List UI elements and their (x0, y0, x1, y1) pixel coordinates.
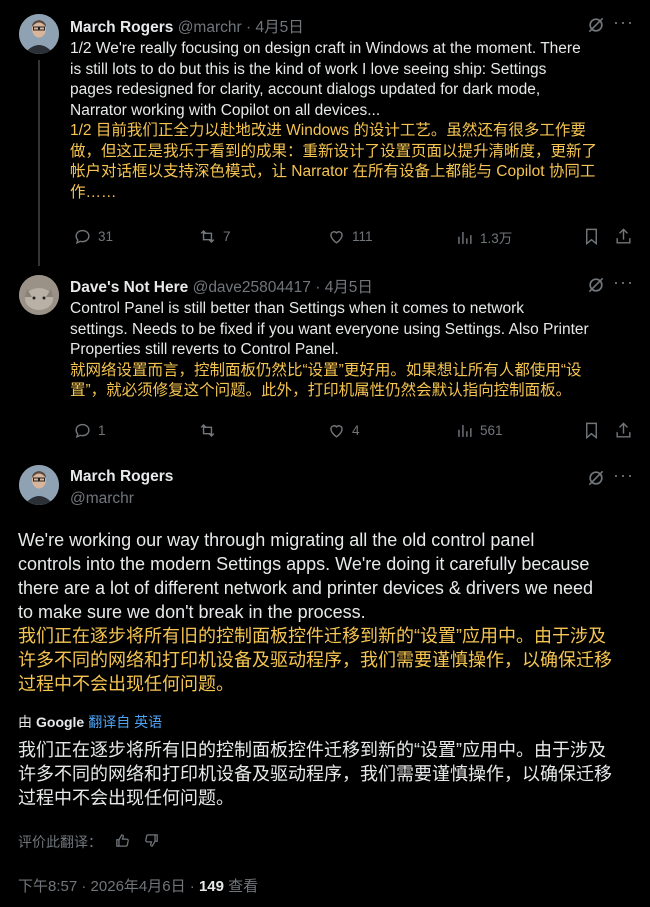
views-chart-icon (458, 231, 472, 244)
thumbs-down-icon[interactable] (143, 832, 160, 852)
post1-text-line: pages redesigned for clarity, account di… (70, 81, 541, 98)
post1-text: 1/2 We're really focusing on design craf… (70, 39, 640, 203)
share-icon[interactable] (614, 421, 633, 440)
post2-text-line: settings. Needs to be fixed if you want … (70, 320, 589, 338)
post1-text-line: 1/2 We're really focusing on design craf… (70, 40, 581, 57)
bookmark-icon[interactable] (582, 227, 601, 246)
like-button[interactable]: 111 (327, 227, 373, 246)
post-meta: 下午8:57 · 2026年4月6日 · 149 查看 (18, 875, 258, 896)
main-translation-line: 过程中不会出现任何问题。 (18, 674, 234, 694)
views-chart-icon (458, 424, 472, 437)
post1-text-line: Narrator working with Copilot on all dev… (70, 101, 381, 119)
grok-icon[interactable] (586, 15, 606, 35)
avatar-march-rogers[interactable] (19, 14, 59, 54)
google-translation-line: 过程中不会出现任何问题。 (18, 788, 234, 808)
main-author-name-wrap: March Rogers (70, 468, 173, 486)
main-translation-line: 许多不同的网络和打印机设备及驱动程序，我们需要谨慎操作，以确保迁移 (18, 650, 612, 670)
like-count: 4 (352, 423, 360, 438)
google-translate-attribution: 由 Google 翻译自 英语 (18, 712, 162, 732)
main-author-handle[interactable]: @marchr (70, 490, 134, 508)
repost-button[interactable] (198, 421, 223, 440)
more-options-icon[interactable]: ··· (613, 465, 634, 486)
repost-button[interactable]: 7 (198, 227, 231, 246)
translate-from-english-link[interactable]: 翻译自 英语 (88, 712, 162, 732)
views-count: 1.3万 (480, 231, 513, 246)
post2-author-name[interactable]: Dave's Not Here (70, 279, 188, 296)
reply-icon (75, 423, 90, 439)
like-count: 111 (352, 229, 373, 244)
main-text: We're working our way through migrating … (18, 528, 634, 696)
post2-text-line: Control Panel is still better than Setti… (70, 300, 525, 317)
views-button[interactable]: 1.3万 (455, 227, 512, 247)
main-text-line: to make sure we don't break in the proce… (18, 602, 366, 622)
post2-translation-line: 置”，就必须修复这个问题。此外，打印机属性仍然会默认指向控制面板。 (70, 382, 572, 399)
post-view-label: 查看 (228, 878, 259, 895)
post1-translation-line: 作…… (70, 183, 117, 201)
post1-date[interactable]: 4月5日 (255, 19, 303, 36)
post2-text: Control Panel is still better than Setti… (70, 299, 640, 402)
post1-separator: · (245, 19, 252, 36)
meta-separator: · (81, 878, 91, 895)
avatar-daves-not-here[interactable] (19, 275, 59, 315)
more-options-icon[interactable]: ··· (613, 272, 634, 293)
views-count: 561 (480, 423, 503, 438)
google-translation-line: 我们正在逐步将所有旧的控制面板控件迁移到新的“设置”应用中。由于涉及 (18, 740, 606, 760)
post1-header: March Rogers @marchr · 4月5日 (70, 15, 304, 37)
repost-count: 7 (223, 229, 231, 244)
post1-author-name[interactable]: March Rogers (70, 19, 173, 36)
like-button[interactable]: 4 (327, 421, 360, 440)
more-options-icon[interactable]: ··· (613, 12, 634, 33)
reply-icon (75, 229, 90, 245)
grok-icon[interactable] (586, 468, 606, 488)
meta-separator: · (189, 878, 199, 895)
thumbs-up-icon[interactable] (114, 832, 131, 852)
post-time[interactable]: 下午8:57 (18, 878, 77, 895)
heart-icon (330, 231, 343, 244)
post1-translation-line: 做，但这正是我乐于看到的成果：重新设计了设置页面以提升清晰度，更新了 (70, 142, 598, 160)
google-translation-line: 许多不同的网络和打印机设备及驱动程序，我们需要谨慎操作，以确保迁移 (18, 764, 612, 784)
post1-author-handle[interactable]: @marchr (178, 19, 242, 36)
google-translation: 我们正在逐步将所有旧的控制面板控件迁移到新的“设置”应用中。由于涉及 许多不同的… (18, 738, 634, 810)
post2-separator: · (315, 279, 321, 296)
reply-count: 31 (98, 229, 114, 244)
bookmark-icon[interactable] (582, 421, 601, 440)
post1-translation-line: 帐户对话框以支持深色模式，让 Narrator 在所有设备上都能与 Copilo… (70, 163, 596, 180)
rate-translation-row: 评价此翻译： (18, 832, 160, 852)
avatar-march-rogers[interactable] (19, 465, 59, 505)
post1-text-line: is still lots to do but this is the kind… (70, 60, 547, 78)
post-date[interactable]: 2026年4月6日 (91, 878, 186, 895)
reply-button[interactable]: 31 (73, 227, 113, 246)
post2-text-line: Properties still reverts to Control Pane… (70, 341, 339, 358)
thread-line (38, 60, 40, 266)
post-view-count: 149 (198, 878, 224, 895)
views-button[interactable]: 561 (455, 421, 503, 440)
grok-icon[interactable] (586, 275, 606, 295)
post2-author-handle[interactable]: @dave25804417 (193, 279, 311, 296)
post2-date[interactable]: 4月5日 (325, 279, 373, 296)
repost-icon (200, 229, 215, 244)
main-author-name[interactable]: March Rogers (70, 468, 173, 485)
reply-button[interactable]: 1 (73, 421, 106, 440)
share-icon[interactable] (614, 227, 633, 246)
post1-translation-line: 1/2 目前我们正全力以赴地改进 Windows 的设计工艺。虽然还有很多工作要 (70, 122, 586, 139)
google-prefix: 由 (18, 714, 32, 730)
main-translation-line: 我们正在逐步将所有旧的控制面板控件迁移到新的“设置”应用中。由于涉及 (18, 626, 606, 646)
post2-header: Dave's Not Here @dave25804417 · 4月5日 (70, 275, 373, 297)
main-text-line: We're working our way through migrating … (18, 530, 535, 550)
rate-translation-label: 评价此翻译： (18, 834, 102, 850)
main-text-line: controls into the modern Settings apps. … (18, 554, 590, 574)
heart-icon (330, 425, 343, 438)
google-logo: Google (36, 714, 85, 730)
post2-translation-line: 就网络设置而言，控制面板仍然比“设置”更好用。如果想让所有人都使用“设 (70, 361, 582, 379)
main-text-line: there are a lot of different network and… (18, 578, 593, 598)
reply-count: 1 (98, 423, 106, 438)
repost-icon (200, 423, 215, 438)
